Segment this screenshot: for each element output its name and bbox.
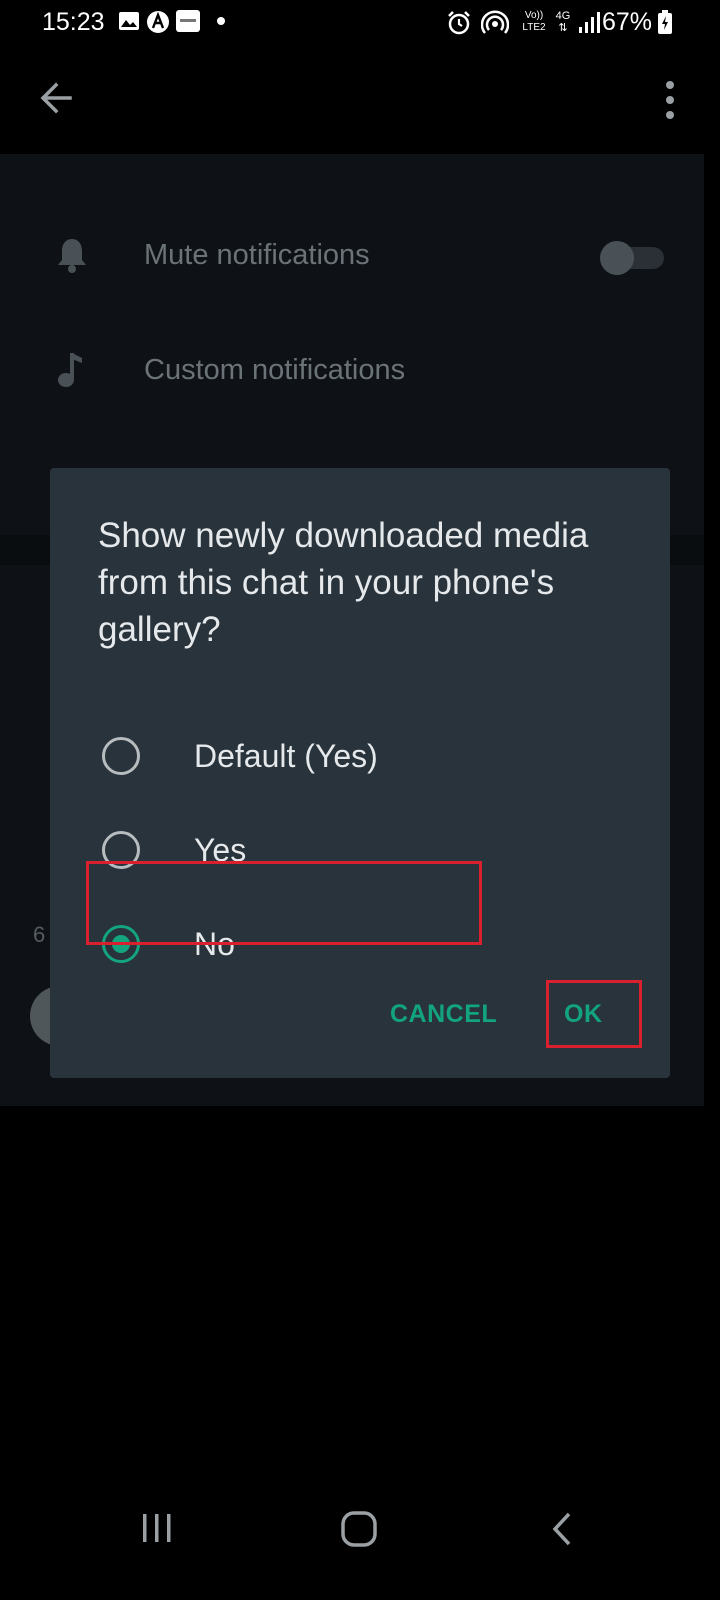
radio-button[interactable]	[102, 737, 140, 775]
status-bar: 15:23 Vo)) LTE2 4G ⇅ 67%	[0, 0, 720, 50]
network-type-indicator: 4G ⇅	[555, 10, 571, 34]
back-nav-icon[interactable]	[550, 1510, 574, 1548]
back-arrow-icon[interactable]	[36, 78, 76, 118]
status-time: 15:23	[42, 8, 105, 36]
option-default-yes[interactable]: Default (Yes)	[50, 710, 670, 802]
mute-toggle[interactable]	[600, 241, 666, 275]
setting-custom-notifications[interactable]: Custom notifications	[0, 320, 704, 420]
signal-icon	[579, 12, 600, 33]
hotspot-icon	[481, 10, 509, 34]
alarm-icon	[448, 11, 470, 35]
setting-mute-notifications[interactable]: Mute notifications	[0, 205, 704, 305]
notification-dot-icon	[217, 17, 225, 25]
app-bar	[0, 50, 720, 154]
music-note-icon	[58, 353, 82, 387]
bell-icon	[58, 239, 86, 273]
option-label: Default (Yes)	[194, 738, 378, 774]
gallery-icon	[119, 12, 139, 30]
more-options-icon[interactable]	[660, 78, 680, 122]
recent-apps-icon[interactable]	[140, 1510, 174, 1546]
highlight-box-no	[86, 861, 482, 945]
dialog-title: Show newly downloaded media from this ch…	[98, 516, 589, 649]
setting-label: Custom notifications	[144, 354, 406, 386]
screen: 15:23 Vo)) LTE2 4G ⇅ 67% Mute notificati…	[0, 0, 720, 1600]
battery-icon	[658, 10, 672, 34]
content-lower-area	[0, 1106, 704, 1470]
battery-percentage: 67%	[602, 8, 653, 36]
toggle-thumb	[600, 241, 634, 275]
cancel-button[interactable]: CANCEL	[390, 1000, 497, 1029]
navigation-bar	[0, 1470, 720, 1600]
highlight-box-ok	[546, 980, 642, 1048]
app-a-icon	[147, 11, 169, 33]
volte-indicator: Vo)) LTE2	[522, 10, 546, 33]
media-visibility-dialog: Show newly downloaded media from this ch…	[50, 468, 670, 1078]
setting-label: Mute notifications	[144, 239, 370, 271]
background-text-fragment: 6	[33, 922, 46, 947]
app-badge-icon	[176, 10, 200, 32]
home-icon[interactable]	[340, 1510, 378, 1548]
